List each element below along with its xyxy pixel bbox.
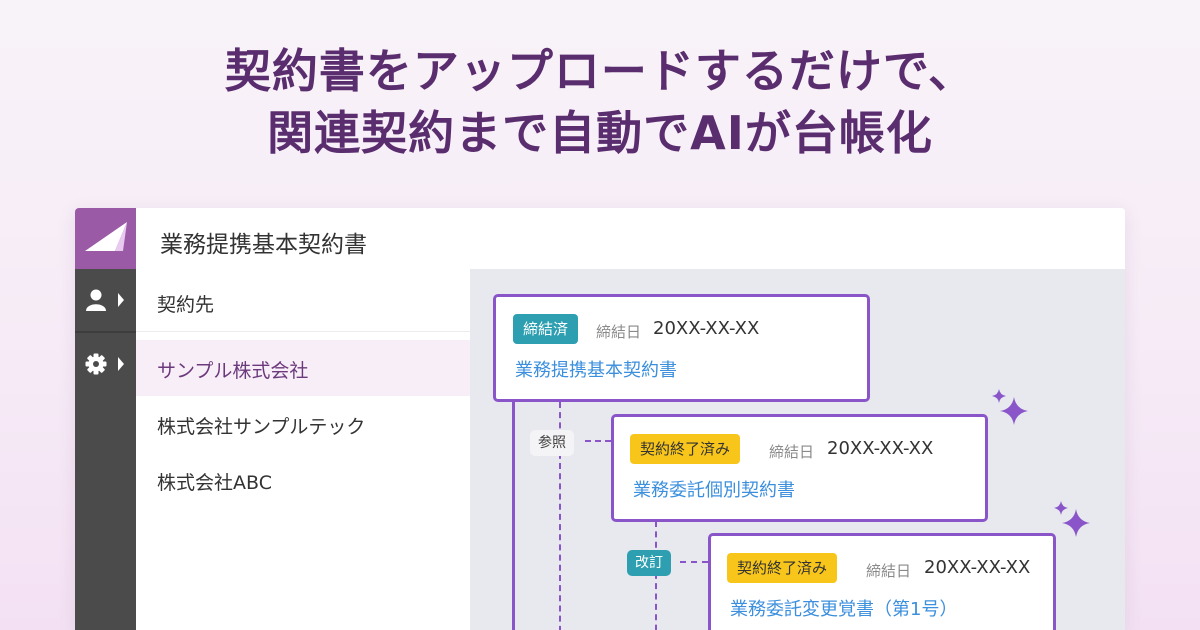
top-bar: 業務提携基本契約書 <box>136 208 1125 270</box>
list-item[interactable]: 株式会社サンプルテック <box>136 396 470 452</box>
logo-mark-icon <box>85 222 127 251</box>
date-value: 20XX-XX-XX <box>653 318 760 339</box>
date-label: 締結日 <box>769 443 815 461</box>
user-icon <box>86 289 124 311</box>
contract-card[interactable]: 契約終了済み 締結日 20XX-XX-XX 業務委託変更覚書（第1号） <box>708 533 1056 630</box>
nav-item-settings[interactable] <box>75 333 136 395</box>
list-heading: 契約先 <box>157 294 215 316</box>
left-nav <box>75 269 136 630</box>
list-item-label: 株式会社ABC <box>157 472 272 494</box>
contract-title-link[interactable]: 業務委託変更覚書（第1号） <box>730 595 957 621</box>
main-connector <box>512 399 515 630</box>
app-window: 業務提携基本契約書 契約先 サンプル株式会社 株式会社サンプルテック 株式会社A… <box>75 208 1125 630</box>
date-label: 締結日 <box>596 323 642 341</box>
contract-card[interactable]: 契約終了済み 締結日 20XX-XX-XX 業務委託個別契約書 <box>611 414 988 522</box>
headline-line-1: 契約書をアップロードするだけで、 <box>224 44 976 98</box>
relation-label-reference: 参照 <box>530 430 574 456</box>
reference-branch <box>585 440 611 442</box>
list-item-label: サンプル株式会社 <box>157 360 309 382</box>
relation-label-revision: 改訂 <box>627 550 671 576</box>
date-value: 20XX-XX-XX <box>827 438 934 459</box>
sparkle-icon <box>992 389 1028 425</box>
status-badge: 契約終了済み <box>727 553 838 583</box>
gear-icon <box>85 353 124 375</box>
list-item[interactable]: 株式会社ABC <box>136 452 470 508</box>
list-item-label: 株式会社サンプルテック <box>157 416 366 438</box>
list-header: 契約先 <box>136 269 470 332</box>
status-badge: 契約終了済み <box>630 434 741 464</box>
counterparty-list: 契約先 サンプル株式会社 株式会社サンプルテック 株式会社ABC <box>136 269 471 630</box>
contract-card[interactable]: 締結済 締結日 20XX-XX-XX 業務提携基本契約書 <box>493 294 870 402</box>
hero-headline: 契約書をアップロードするだけで、 関連契約まで自動でAIが台帳化 <box>0 40 1200 164</box>
nav-item-contacts[interactable] <box>75 269 136 331</box>
sparkle-icon <box>1054 501 1090 537</box>
contract-title-link[interactable]: 業務委託個別契約書 <box>633 476 795 502</box>
logo[interactable] <box>75 208 136 269</box>
list-item-selected[interactable]: サンプル株式会社 <box>136 340 470 396</box>
status-badge: 締結済 <box>513 314 579 344</box>
revision-branch <box>680 561 708 563</box>
contract-title-link[interactable]: 業務提携基本契約書 <box>515 356 677 382</box>
page-title: 業務提携基本契約書 <box>160 232 367 258</box>
date-label: 締結日 <box>866 562 912 580</box>
headline-line-2: 関連契約まで自動でAIが台帳化 <box>267 106 933 160</box>
date-value: 20XX-XX-XX <box>924 557 1031 578</box>
contract-relation-graph: 締結済 締結日 20XX-XX-XX 業務提携基本契約書 契約終了済み 締結日 … <box>470 269 1125 630</box>
